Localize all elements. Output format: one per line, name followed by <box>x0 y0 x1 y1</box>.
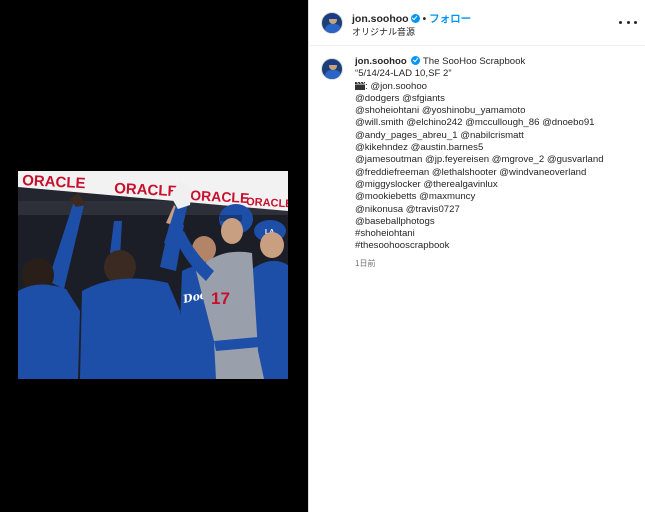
caption-line[interactable]: @andy_pages_abreu_1 @nabilcrismatt <box>355 130 645 142</box>
author-row: jon.soohoo • フォロー <box>352 11 471 26</box>
caption-account-title: The SooHoo Scrapbook <box>422 56 526 67</box>
follow-button[interactable]: フォロー <box>429 13 471 25</box>
author-username[interactable]: jon.soohoo <box>352 13 409 25</box>
post-timestamp[interactable]: 1日前 <box>355 258 645 270</box>
caption-line[interactable]: @freddiefreeman @lethalshooter @windvane… <box>355 167 645 179</box>
banner-text-2: ORACLE <box>114 180 178 200</box>
hashtag[interactable]: #thesoohooscrapbook <box>355 240 645 252</box>
caption-line[interactable]: @will.smith @elchino242 @mccullough_86 @… <box>355 117 645 129</box>
caption-line[interactable]: @dodgers @sfgiants <box>355 93 645 105</box>
jersey-number: 17 <box>211 289 230 308</box>
author-avatar[interactable] <box>321 12 343 34</box>
caption-line[interactable]: @mookiebetts @maxmuncy <box>355 191 645 203</box>
caption-avatar[interactable] <box>321 58 343 80</box>
caption-line: “5/14/24-LAD 10,SF 2” <box>355 68 452 80</box>
clapper-icon <box>355 81 365 90</box>
caption-line[interactable]: @shoheiohtani @yoshinobu_yamamoto <box>355 105 645 117</box>
verified-badge-icon <box>410 14 420 23</box>
caption-line[interactable]: @jamesoutman @jp.feyereisen @mgrove_2 @g… <box>355 154 645 166</box>
caption-line[interactable]: : @jon.soohoo <box>365 81 427 92</box>
media-panel: ORACLE ORACLE ORACLE ORACLE LA <box>0 0 308 512</box>
dot-separator: • <box>422 14 427 25</box>
photo-illustration: ORACLE ORACLE ORACLE ORACLE LA <box>18 171 288 379</box>
more-options-icon[interactable] <box>619 15 637 29</box>
banner-text-4: ORACLE <box>246 196 288 210</box>
post-photo[interactable]: ORACLE ORACLE ORACLE ORACLE LA <box>18 171 288 379</box>
caption-username[interactable]: jon.soohoo <box>355 56 407 67</box>
hashtag[interactable]: #shoheiohtani <box>355 228 645 240</box>
caption-body: jon.soohoo The SooHoo Scrapbook “5/14/24… <box>355 56 645 270</box>
post-panel: jon.soohoo • フォロー オリジナル音源 jon.soohoo The S… <box>308 0 645 512</box>
caption-line[interactable]: @baseballphotogs <box>355 216 645 228</box>
caption-line[interactable]: @miggyslocker @therealgavinlux <box>355 179 645 191</box>
verified-badge-icon <box>411 56 421 65</box>
caption-credit-line: : @jon.soohoo <box>355 81 645 93</box>
caption-line[interactable]: @nikonusa @travis0727 <box>355 204 645 216</box>
banner-text-3: ORACLE <box>190 187 250 206</box>
post-header: jon.soohoo • フォロー オリジナル音源 <box>309 0 645 46</box>
audio-link[interactable]: オリジナル音源 <box>352 25 415 38</box>
caption-first-line: jon.soohoo The SooHoo Scrapbook <box>355 56 645 68</box>
banner-text-1: ORACLE <box>22 172 86 192</box>
caption-line[interactable]: @kikehndez @austin.barnes5 <box>355 142 645 154</box>
